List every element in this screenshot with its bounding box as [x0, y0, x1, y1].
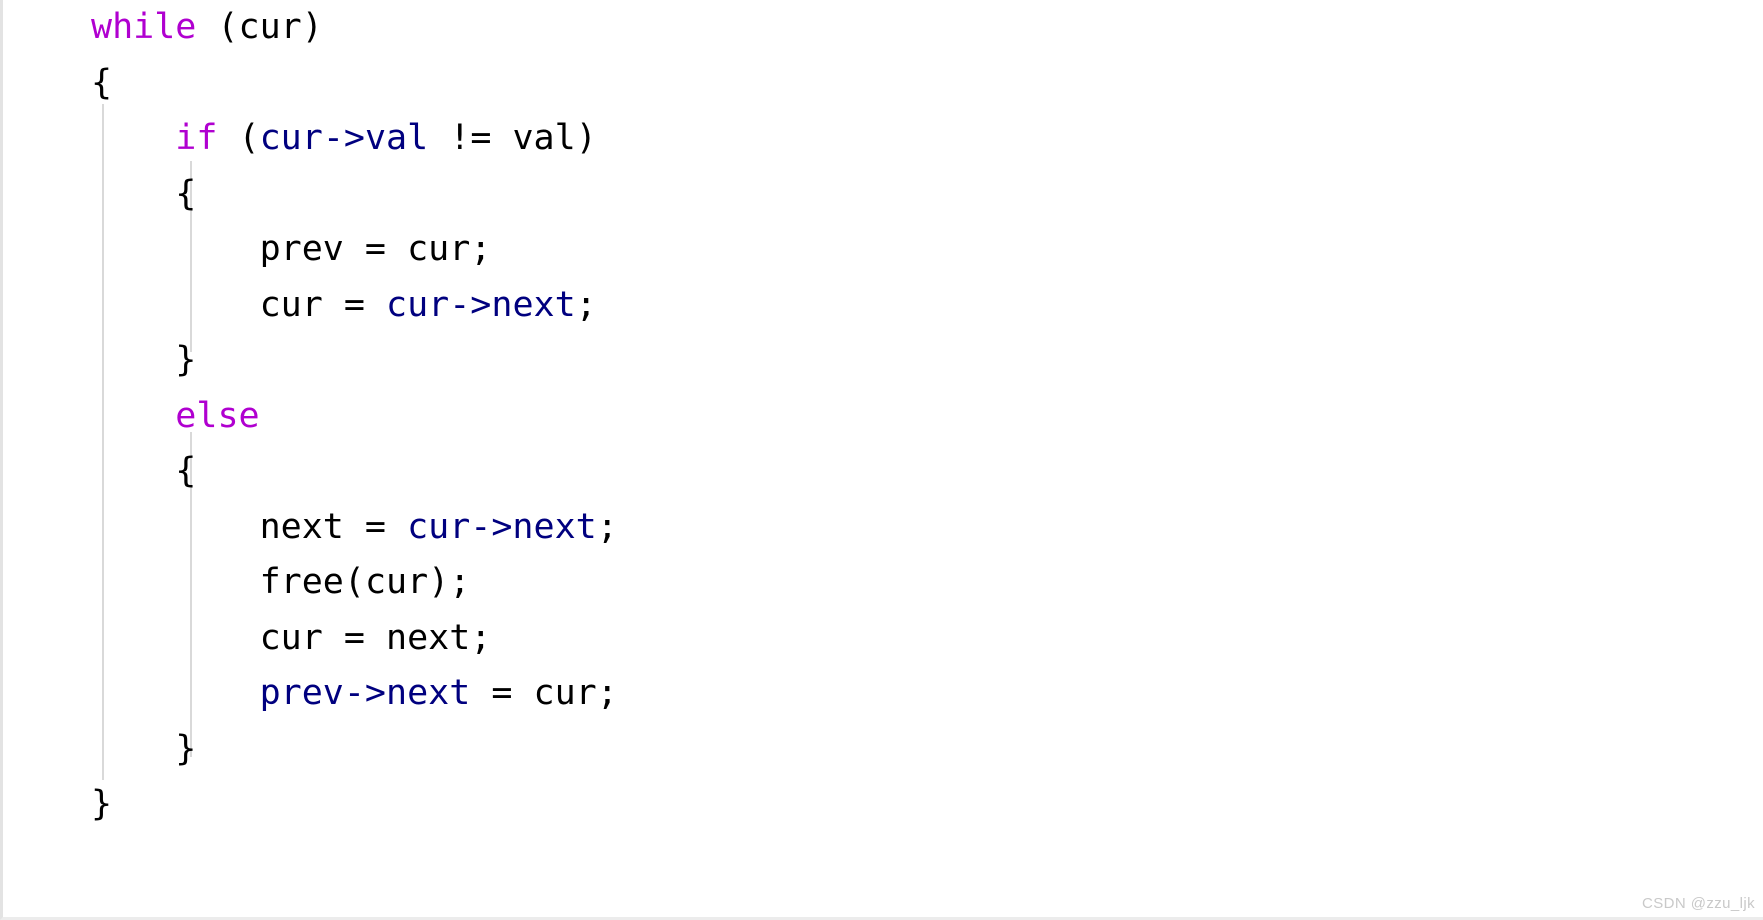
code-token-plain: ;	[575, 284, 597, 325]
code-line: {	[3, 444, 618, 500]
code-token-function: free	[259, 562, 344, 602]
code-line: prev->next = cur;	[3, 666, 618, 722]
code-token-keyword: while	[91, 7, 197, 47]
code-token-member: cur->next	[407, 506, 597, 547]
code-token-member: prev->next	[259, 673, 471, 713]
code-token-plain: (cur);	[343, 562, 471, 602]
code-token-keyword: if	[175, 118, 218, 158]
code-token-plain: prev = cur;	[91, 229, 492, 269]
code-token-keyword: else	[175, 395, 260, 436]
code-line: }	[3, 333, 618, 389]
code-token-plain: = cur;	[470, 673, 618, 713]
code-line: free(cur);	[3, 555, 618, 611]
code-line: if (cur->val != val)	[3, 111, 618, 167]
code-line: cur = next;	[3, 611, 618, 667]
code-token-plain: != val)	[428, 118, 597, 158]
code-line: {	[3, 167, 618, 223]
code-token-punct: {	[175, 451, 197, 491]
code-block[interactable]: while (cur) { if (cur->val != val) { prev…	[3, 0, 618, 833]
code-token-punct: {	[91, 62, 113, 103]
code-token-plain: cur = next;	[91, 617, 492, 658]
code-line: else	[3, 389, 618, 445]
code-token-member: cur->val	[259, 118, 429, 158]
code-line: cur = cur->next;	[3, 278, 618, 334]
code-line: }	[3, 722, 618, 778]
code-line: next = cur->next;	[3, 500, 618, 556]
code-token-plain: (	[217, 118, 260, 158]
code-token-punct: }	[175, 340, 197, 380]
code-line: while (cur)	[3, 0, 618, 56]
code-token-plain: ;	[596, 506, 618, 547]
code-token-member: cur->next	[386, 284, 576, 325]
code-line: prev = cur;	[3, 222, 618, 278]
code-token-punct: {	[175, 173, 197, 214]
code-line: {	[3, 56, 618, 112]
code-token-plain: cur =	[91, 284, 387, 325]
code-token-plain: next =	[91, 506, 408, 547]
code-viewer[interactable]: while (cur) { if (cur->val != val) { prev…	[0, 0, 1763, 920]
code-line: }	[3, 777, 618, 833]
watermark: CSDN @zzu_ljk	[1642, 895, 1755, 912]
code-token-punct: }	[91, 784, 113, 824]
code-token-punct: }	[175, 728, 197, 769]
code-token-plain: (cur)	[196, 7, 323, 47]
